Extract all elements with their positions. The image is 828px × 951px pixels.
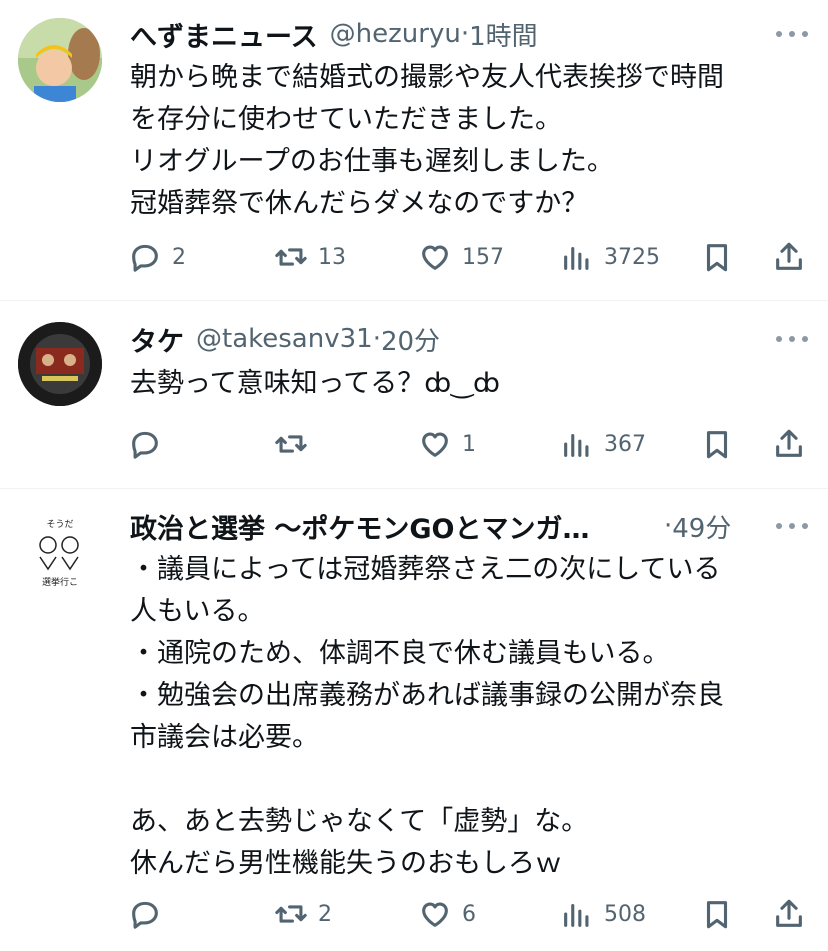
user-handle[interactable]: @hezuryu <box>330 19 461 49</box>
more-options-icon[interactable] <box>776 14 808 54</box>
timeline-feed: へずまニュース @hezuryu · 1時間 朝から晩まで結婚式の撮影や友人代表… <box>0 0 828 951</box>
tweet-line: 市議会は必要。 <box>130 722 319 753</box>
tweet-line: ・通院のため、体調不良で休む議員もいる。 <box>130 638 670 669</box>
retweet-button[interactable]: 2 <box>274 894 332 934</box>
reply-icon <box>132 431 158 459</box>
reply-icon <box>132 244 158 272</box>
display-name[interactable]: へずまニュース <box>130 15 318 54</box>
like-button[interactable]: 157 <box>418 237 504 277</box>
reply-icon <box>132 901 158 929</box>
timestamp[interactable]: 49分 <box>672 508 731 545</box>
retweet-icon <box>275 905 307 923</box>
heart-icon <box>422 432 448 457</box>
tweet-text: 朝から晩まで結婚式の撮影や友人代表挨拶で時間 を存分に使わせていただきました。 … <box>130 57 808 225</box>
reply-button[interactable] <box>128 424 172 464</box>
more-options-icon[interactable] <box>776 319 808 359</box>
tweet-3[interactable]: そうだ 選挙行こ 政治と選挙 〜ポケモンGOとマンガ… · 49分 ・議員によっ… <box>0 489 828 951</box>
tweet-line: 朝から晩まで結婚式の撮影や友人代表挨拶で時間 <box>130 62 724 93</box>
share-button[interactable] <box>772 424 806 464</box>
tweet-line <box>130 759 808 801</box>
share-button[interactable] <box>772 237 806 277</box>
tweet-line: ・勉強会の出席義務があれば議事録の公開が奈良 <box>130 680 724 711</box>
tweet-actions: 1 367 <box>128 424 810 464</box>
views-icon <box>564 903 589 927</box>
views-button[interactable]: 508 <box>560 894 646 934</box>
tweet-line: を存分に使わせていただきました。 <box>130 104 562 135</box>
tweet-line: 去勢って意味知ってる？ȸ‿ȸ <box>130 368 500 399</box>
tweet-line: 冠婚葬祭で休んだらダメなのですか？ <box>130 188 589 219</box>
avatar[interactable] <box>18 322 102 406</box>
bookmark-icon <box>706 244 728 272</box>
tweet-2[interactable]: タケ @takesanv31 · 20分 去勢って意味知ってる？ȸ‿ȸ 1 36… <box>0 301 828 489</box>
retweet-button[interactable]: 13 <box>274 237 346 277</box>
timestamp[interactable]: 1時間 <box>469 16 538 53</box>
avatar-caption-top: そうだ <box>46 519 73 530</box>
display-name[interactable]: 政治と選挙 〜ポケモンGOとマンガ… <box>130 507 650 546</box>
retweet-icon <box>275 248 307 266</box>
bookmark-icon <box>706 431 728 459</box>
share-icon <box>776 242 802 270</box>
tweet-1[interactable]: へずまニュース @hezuryu · 1時間 朝から晩まで結婚式の撮影や友人代表… <box>0 0 828 300</box>
tweet-header: へずまニュース @hezuryu · 1時間 <box>130 14 808 54</box>
separator-dot: · <box>372 324 381 354</box>
reply-button[interactable]: 2 <box>128 237 186 277</box>
display-name[interactable]: タケ <box>130 320 184 359</box>
reply-button[interactable] <box>128 894 172 934</box>
views-icon <box>564 246 589 270</box>
views-count: 367 <box>604 431 646 457</box>
avatar-caption-bottom: 選挙行こ <box>42 576 78 588</box>
tweet-header: タケ @takesanv31 · 20分 <box>130 319 808 359</box>
avatar[interactable] <box>18 18 102 102</box>
share-icon <box>776 429 802 457</box>
heart-icon <box>422 902 448 927</box>
tweet-line: ・議員によっては冠婚葬祭さえ二の次にしている <box>130 554 721 585</box>
views-button[interactable]: 3725 <box>560 237 660 277</box>
tweet-line: 人もいる。 <box>130 596 265 627</box>
tweet-line: 休んだら男性機能失うのおもしろｗ <box>130 848 562 879</box>
user-handle[interactable]: @takesanv31 <box>196 324 373 354</box>
tweet-actions: 2 6 508 <box>128 894 810 934</box>
retweet-count: 2 <box>318 901 332 927</box>
tweet-text: 去勢って意味知ってる？ȸ‿ȸ <box>130 363 808 405</box>
retweet-count: 13 <box>318 244 346 270</box>
tweet-text: ・議員によっては冠婚葬祭さえ二の次にしている 人もいる。 ・通院のため、体調不良… <box>130 549 808 885</box>
views-button[interactable]: 367 <box>560 424 646 464</box>
timestamp[interactable]: 20分 <box>381 321 440 358</box>
bookmark-button[interactable] <box>700 424 734 464</box>
bookmark-button[interactable] <box>700 894 734 934</box>
avatar-image <box>18 18 102 102</box>
like-count: 6 <box>462 901 476 927</box>
bookmark-icon <box>706 901 728 929</box>
tweet-actions: 2 13 157 3725 <box>128 237 810 277</box>
avatar-image: そうだ 選挙行こ <box>18 509 102 593</box>
avatar-image <box>18 322 102 406</box>
avatar[interactable]: そうだ 選挙行こ <box>18 509 102 593</box>
bookmark-button[interactable] <box>700 237 734 277</box>
heart-icon <box>422 245 448 270</box>
like-button[interactable]: 1 <box>418 424 476 464</box>
tweet-line: リオグループのお仕事も遅刻しました。 <box>130 146 614 177</box>
views-count: 508 <box>604 901 646 927</box>
reply-count: 2 <box>172 244 186 270</box>
like-count: 1 <box>462 431 476 457</box>
views-count: 3725 <box>604 244 660 270</box>
share-button[interactable] <box>772 894 806 934</box>
retweet-button[interactable] <box>274 424 318 464</box>
separator-dot: · <box>664 511 673 541</box>
like-button[interactable]: 6 <box>418 894 476 934</box>
separator-dot: · <box>460 19 470 49</box>
views-icon <box>564 433 589 457</box>
tweet-header: 政治と選挙 〜ポケモンGOとマンガ… · 49分 <box>130 506 808 546</box>
more-options-icon[interactable] <box>776 506 808 546</box>
share-icon <box>776 899 802 927</box>
like-count: 157 <box>462 244 504 270</box>
retweet-icon <box>275 435 307 453</box>
tweet-line: あ、あと去勢じゃなくて「虚勢」な。 <box>130 806 589 837</box>
